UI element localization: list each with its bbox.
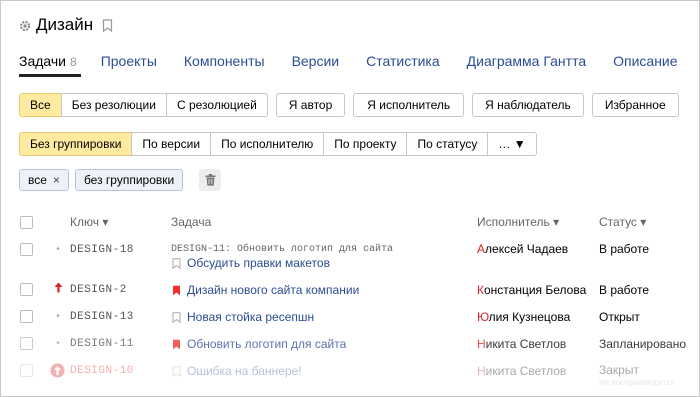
priority-normal-icon: • [56,244,60,255]
assignee-initial: Н [477,364,486,378]
active-filter-chips: все × без группировки [19,169,222,191]
group-none-button[interactable]: Без группировки [19,132,133,156]
assignee-name[interactable]: Констанция Белова [477,283,586,297]
tab-projects[interactable]: Проекты [101,53,157,69]
row-checkbox[interactable] [20,283,33,296]
tab-tasks[interactable]: Задачи 8 [19,53,77,69]
issue-key[interactable]: DESIGN-11 [70,338,134,350]
group-by-project-button[interactable]: По проекту [323,132,408,156]
issue-title: Новая стойка ресепшн [187,310,315,324]
assignee-name[interactable]: Юлия Кузнецова [477,310,570,324]
status-label: В работе [599,242,650,256]
issue-key[interactable]: DESIGN-13 [70,311,134,323]
page-header: Дизайн [19,14,113,36]
assignee-name[interactable]: Никита Светлов [477,337,566,351]
bookmark-icon[interactable] [102,18,113,32]
column-header-key[interactable]: Ключ ▾ [70,215,108,229]
project-tabs: Задачи 8 Проекты Компоненты Версии Статис… [19,53,699,69]
issue-title: Ошибка на баннере! [187,364,302,378]
issue-title: Обсудить правки макетов [187,256,330,270]
priority-normal-icon: • [56,338,60,349]
filter-author-button[interactable]: Я автор [275,93,346,117]
priority-normal-icon: • [56,311,60,322]
group-by-status-button[interactable]: По статусу [406,132,489,156]
issue-key[interactable]: DESIGN-10 [70,365,134,377]
filter-assignee-button[interactable]: Я исполнитель [353,93,465,117]
tab-tasks-label: Задачи [19,53,67,69]
tab-tasks-count: 8 [70,55,77,69]
issue-title-link[interactable]: Дизайн нового сайта компании [172,283,359,297]
row-checkbox[interactable] [20,364,33,377]
bookmark-icon[interactable] [172,365,181,377]
column-header-task: Задача [171,215,212,229]
assignee-initial: К [477,283,484,297]
issue-key[interactable]: DESIGN-2 [70,284,127,296]
trash-icon[interactable] [199,169,222,191]
issue-title-link[interactable]: Новая стойка ресепшн [172,310,314,324]
bookmark-icon[interactable] [172,339,181,350]
row-checkbox[interactable] [20,310,33,323]
status-label: Запланировано [599,337,686,351]
grouping-more-dropdown[interactable]: … ▼ [487,132,537,156]
filter-unresolved-button[interactable]: Без резолюции [60,93,167,117]
chip-all-label: все [28,173,47,187]
assignee-name[interactable]: Алексей Чадаев [477,242,568,256]
issue-key[interactable]: DESIGN-18 [70,244,134,256]
issue-title-link[interactable]: Ошибка на баннере! [172,364,302,378]
assignee-initial: А [477,242,486,256]
assignee-rest: икита Светлов [485,337,567,351]
tab-description[interactable]: Описание [613,53,677,69]
row-checkbox[interactable] [20,243,33,256]
filter-row: Все Без резолюции С резолюцией Я автор Я… [19,93,679,117]
parent-issue-link[interactable]: DESIGN-11: Обновить логотип для сайта [171,244,393,255]
status-label: В работе [599,283,650,297]
group-by-assignee-button[interactable]: По исполнителю [210,132,325,156]
assignee-initial: Н [477,337,486,351]
priority-critical-icon [50,363,65,381]
bookmark-icon[interactable] [172,311,181,323]
status-label: Закрыт [599,363,639,377]
resolution-note: Не воспроизводится [599,378,675,387]
priority-high-icon [53,282,63,296]
group-by-version-button[interactable]: По версии [131,132,212,156]
assignee-rest: онстанция Белова [484,283,587,297]
chip-grouping-label: без группировки [83,173,175,187]
tab-versions[interactable]: Версии [292,53,340,69]
assignee-name[interactable]: Никита Светлов [477,364,566,378]
column-header-assignee[interactable]: Исполнитель ▾ [477,215,559,229]
select-all-checkbox[interactable] [20,216,33,229]
filter-favorites-button[interactable]: Избранное [591,93,679,117]
tab-statistics[interactable]: Статистика [366,53,440,69]
gear-icon[interactable] [19,19,31,32]
chip-grouping: без группировки [74,169,184,191]
bookmark-icon[interactable] [172,257,181,269]
assignee-rest: лия Кузнецова [488,310,571,324]
active-tab-indicator [19,74,81,77]
assignee-initial: Ю [477,310,489,324]
issue-title-link[interactable]: Обсудить правки макетов [172,256,330,270]
filter-resolved-button[interactable]: С резолюцией [165,93,268,117]
issue-title: Обновить логотип для сайта [187,337,347,351]
assignee-rest: лексей Чадаев [485,242,569,256]
tab-gantt[interactable]: Диаграмма Гантта [467,53,586,69]
close-icon[interactable]: × [53,173,60,187]
status-label: Открыт [599,310,640,324]
assignee-rest: икита Светлов [485,364,567,378]
issue-tracker-window: Дизайн Задачи 8 Проекты Компоненты Версии… [0,0,700,397]
issue-title: Дизайн нового сайта компании [187,283,360,297]
filter-watcher-button[interactable]: Я наблюдатель [472,93,584,117]
resolution-filter-group: Все Без резолюции С резолюцией [19,93,268,117]
filter-all-button[interactable]: Все [19,93,62,117]
column-header-status[interactable]: Статус ▾ [599,215,646,229]
row-checkbox[interactable] [20,337,33,350]
grouping-group: Без группировки По версии По исполнителю… [19,132,537,156]
tab-components[interactable]: Компоненты [184,53,265,69]
page-title: Дизайн [36,15,94,34]
issue-title-link[interactable]: Обновить логотип для сайта [172,337,346,351]
bookmark-icon[interactable] [172,285,181,296]
chip-all: все × [19,169,69,191]
